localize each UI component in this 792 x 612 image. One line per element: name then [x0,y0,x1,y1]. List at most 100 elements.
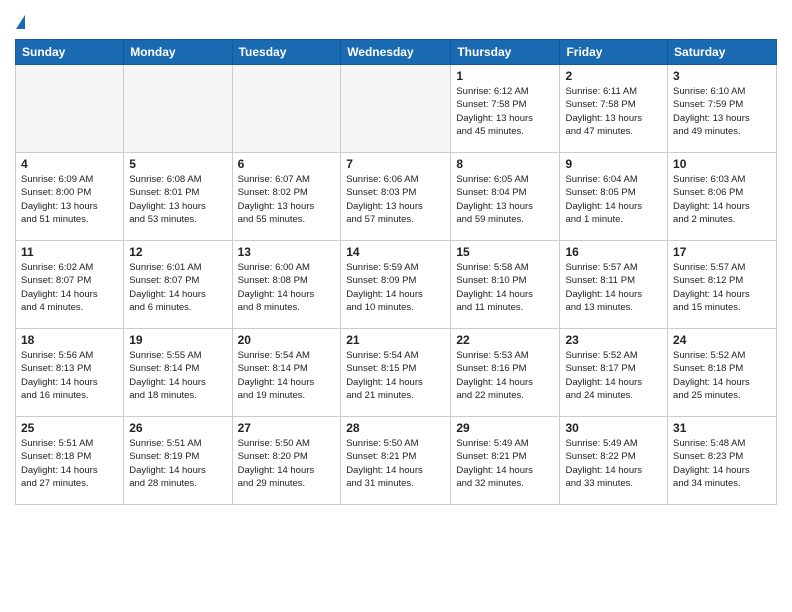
day-number: 8 [456,157,554,171]
logo [15,10,25,31]
calendar-day-23: 23Sunrise: 5:52 AM Sunset: 8:17 PM Dayli… [560,329,668,417]
calendar-week-4: 18 Sunrise: 5:56 AM Sunset: 8:13 PM Dayli… [16,329,777,417]
calendar-day-14: 14 Sunrise: 5:59 AM Sunset: 8:09 PM Dayli… [341,241,451,329]
day-info: Sunrise: 5:51 AM Sunset: 8:19 PM Dayligh… [129,437,226,490]
calendar-day-5: 5 Sunrise: 6:08 AM Sunset: 8:01 PM Daylig… [124,153,232,241]
calendar-container: SundayMondayTuesdayWednesdayThursdayFrid… [0,0,792,520]
day-info: Sunrise: 5:49 AM Sunset: 8:21 PM Dayligh… [456,437,554,490]
day-number: 10 [673,157,771,171]
calendar-day-21: 21 Sunrise: 5:54 AM Sunset: 8:15 PM Dayli… [341,329,451,417]
day-info: Sunrise: 6:06 AM Sunset: 8:03 PM Dayligh… [346,173,445,226]
calendar-day-7: 7 Sunrise: 6:06 AM Sunset: 8:03 PM Daylig… [341,153,451,241]
calendar-day-13: 13 Sunrise: 6:00 AM Sunset: 8:08 PM Dayli… [232,241,341,329]
calendar-day-19: 19 Sunrise: 5:55 AM Sunset: 8:14 PM Dayli… [124,329,232,417]
calendar-day-empty [16,65,124,153]
day-info: Sunrise: 5:59 AM Sunset: 8:09 PM Dayligh… [346,261,445,314]
day-number: 18 [21,333,118,347]
calendar-header-row: SundayMondayTuesdayWednesdayThursdayFrid… [16,40,777,65]
day-info: Sunrise: 6:10 AM Sunset: 7:59 PM Dayligh… [673,85,771,138]
day-number: 6 [238,157,336,171]
calendar-day-22: 22Sunrise: 5:53 AM Sunset: 8:16 PM Dayli… [451,329,560,417]
day-info: Sunrise: 6:09 AM Sunset: 8:00 PM Dayligh… [21,173,118,226]
day-number: 9 [565,157,662,171]
calendar-table: SundayMondayTuesdayWednesdayThursdayFrid… [15,39,777,505]
header [15,10,777,31]
day-number: 17 [673,245,771,259]
day-number: 27 [238,421,336,435]
calendar-day-27: 27 Sunrise: 5:50 AM Sunset: 8:20 PM Dayli… [232,417,341,505]
day-number: 15 [456,245,554,259]
day-header-saturday: Saturday [668,40,777,65]
day-number: 19 [129,333,226,347]
logo-icon [16,15,25,29]
day-number: 7 [346,157,445,171]
day-info: Sunrise: 5:57 AM Sunset: 8:11 PM Dayligh… [565,261,662,314]
calendar-day-31: 31 Sunrise: 5:48 AM Sunset: 8:23 PM Dayli… [668,417,777,505]
day-number: 24 [673,333,771,347]
day-info: Sunrise: 5:52 AM Sunset: 8:18 PM Dayligh… [673,349,771,402]
calendar-day-28: 28Sunrise: 5:50 AM Sunset: 8:21 PM Dayli… [341,417,451,505]
day-number: 29 [456,421,554,435]
day-number: 25 [21,421,118,435]
day-number: 13 [238,245,336,259]
calendar-day-9: 9 Sunrise: 6:04 AM Sunset: 8:05 PM Daylig… [560,153,668,241]
day-info: Sunrise: 6:12 AM Sunset: 7:58 PM Dayligh… [456,85,554,138]
day-info: Sunrise: 5:48 AM Sunset: 8:23 PM Dayligh… [673,437,771,490]
day-info: Sunrise: 5:56 AM Sunset: 8:13 PM Dayligh… [21,349,118,402]
day-number: 28 [346,421,445,435]
calendar-day-6: 6 Sunrise: 6:07 AM Sunset: 8:02 PM Daylig… [232,153,341,241]
calendar-day-29: 29 Sunrise: 5:49 AM Sunset: 8:21 PM Dayli… [451,417,560,505]
day-number: 31 [673,421,771,435]
calendar-day-30: 30Sunrise: 5:49 AM Sunset: 8:22 PM Dayli… [560,417,668,505]
day-info: Sunrise: 5:54 AM Sunset: 8:14 PM Dayligh… [238,349,336,402]
day-info: Sunrise: 6:02 AM Sunset: 8:07 PM Dayligh… [21,261,118,314]
calendar-day-3: 3 Sunrise: 6:10 AM Sunset: 7:59 PM Daylig… [668,65,777,153]
day-header-thursday: Thursday [451,40,560,65]
day-header-sunday: Sunday [16,40,124,65]
day-info: Sunrise: 6:08 AM Sunset: 8:01 PM Dayligh… [129,173,226,226]
calendar-week-5: 25 Sunrise: 5:51 AM Sunset: 8:18 PM Dayli… [16,417,777,505]
day-info: Sunrise: 5:49 AM Sunset: 8:22 PM Dayligh… [565,437,662,490]
day-info: Sunrise: 6:03 AM Sunset: 8:06 PM Dayligh… [673,173,771,226]
day-header-monday: Monday [124,40,232,65]
day-number: 5 [129,157,226,171]
calendar-day-20: 20 Sunrise: 5:54 AM Sunset: 8:14 PM Dayli… [232,329,341,417]
calendar-day-24: 24 Sunrise: 5:52 AM Sunset: 8:18 PM Dayli… [668,329,777,417]
day-number: 26 [129,421,226,435]
calendar-day-empty [124,65,232,153]
calendar-day-empty [341,65,451,153]
calendar-day-15: 15 Sunrise: 5:58 AM Sunset: 8:10 PM Dayli… [451,241,560,329]
day-header-friday: Friday [560,40,668,65]
day-info: Sunrise: 5:55 AM Sunset: 8:14 PM Dayligh… [129,349,226,402]
calendar-day-12: 12 Sunrise: 6:01 AM Sunset: 8:07 PM Dayli… [124,241,232,329]
day-number: 21 [346,333,445,347]
day-info: Sunrise: 6:05 AM Sunset: 8:04 PM Dayligh… [456,173,554,226]
calendar-week-3: 11 Sunrise: 6:02 AM Sunset: 8:07 PM Dayli… [16,241,777,329]
day-header-wednesday: Wednesday [341,40,451,65]
calendar-day-4: 4 Sunrise: 6:09 AM Sunset: 8:00 PM Daylig… [16,153,124,241]
day-number: 20 [238,333,336,347]
day-number: 4 [21,157,118,171]
day-info: Sunrise: 6:04 AM Sunset: 8:05 PM Dayligh… [565,173,662,226]
calendar-day-11: 11 Sunrise: 6:02 AM Sunset: 8:07 PM Dayli… [16,241,124,329]
day-info: Sunrise: 5:54 AM Sunset: 8:15 PM Dayligh… [346,349,445,402]
day-info: Sunrise: 6:00 AM Sunset: 8:08 PM Dayligh… [238,261,336,314]
day-number: 11 [21,245,118,259]
day-info: Sunrise: 5:52 AM Sunset: 8:17 PM Dayligh… [565,349,662,402]
calendar-day-17: 17 Sunrise: 5:57 AM Sunset: 8:12 PM Dayli… [668,241,777,329]
calendar-day-8: 8 Sunrise: 6:05 AM Sunset: 8:04 PM Daylig… [451,153,560,241]
day-info: Sunrise: 6:01 AM Sunset: 8:07 PM Dayligh… [129,261,226,314]
calendar-day-2: 2Sunrise: 6:11 AM Sunset: 7:58 PM Daylig… [560,65,668,153]
day-info: Sunrise: 5:51 AM Sunset: 8:18 PM Dayligh… [21,437,118,490]
day-info: Sunrise: 5:50 AM Sunset: 8:20 PM Dayligh… [238,437,336,490]
day-info: Sunrise: 5:53 AM Sunset: 8:16 PM Dayligh… [456,349,554,402]
day-info: Sunrise: 5:58 AM Sunset: 8:10 PM Dayligh… [456,261,554,314]
day-info: Sunrise: 5:57 AM Sunset: 8:12 PM Dayligh… [673,261,771,314]
day-number: 14 [346,245,445,259]
calendar-day-1: 1Sunrise: 6:12 AM Sunset: 7:58 PM Daylig… [451,65,560,153]
calendar-week-1: 1Sunrise: 6:12 AM Sunset: 7:58 PM Daylig… [16,65,777,153]
day-number: 12 [129,245,226,259]
day-number: 3 [673,69,771,83]
calendar-day-18: 18 Sunrise: 5:56 AM Sunset: 8:13 PM Dayli… [16,329,124,417]
day-info: Sunrise: 6:07 AM Sunset: 8:02 PM Dayligh… [238,173,336,226]
